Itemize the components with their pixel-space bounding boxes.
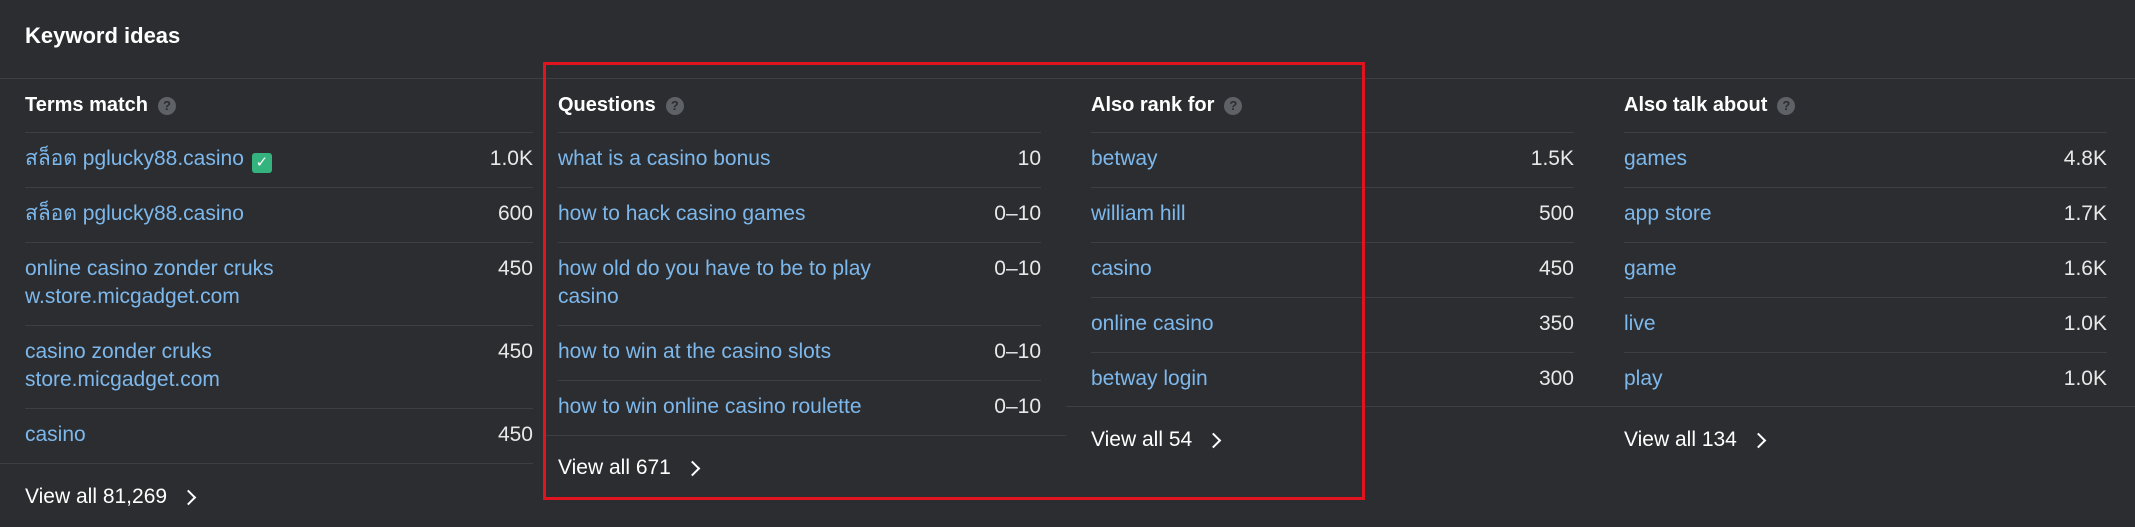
view-all-label: View all 134 xyxy=(1624,428,1737,451)
keyword-row: betway 1.5K xyxy=(1091,133,1574,188)
column-title: Also rank for xyxy=(1091,94,1215,116)
keyword-row: สล็อต pglucky88.casino 600 xyxy=(25,188,533,243)
keyword-row: สล็อต pglucky88.casino ✓ 1.0K xyxy=(25,133,533,188)
keyword-link[interactable]: สล็อต pglucky88.casino xyxy=(25,147,244,170)
help-icon[interactable]: ? xyxy=(665,96,684,115)
keyword-volume: 500 xyxy=(1538,202,1574,225)
keyword-link[interactable]: betway login xyxy=(1091,365,1208,393)
keyword-volume: 450 xyxy=(497,257,533,280)
keyword-volume: 1.5K xyxy=(1530,147,1574,170)
keyword-link[interactable]: how to win online casino roulette xyxy=(558,393,862,421)
keyword-link[interactable]: online casino zonder cruks w.store.micga… xyxy=(25,255,325,311)
keyword-row: william hill 500 xyxy=(1091,188,1574,243)
keyword-row: app store 1.7K xyxy=(1624,188,2107,243)
help-icon[interactable]: ? xyxy=(1777,96,1796,115)
keyword-row: online casino zonder cruks w.store.micga… xyxy=(25,243,533,326)
keyword-link[interactable]: play xyxy=(1624,365,1663,393)
keyword-row: how old do you have to be to play casino… xyxy=(558,243,1041,326)
view-all-label: View all 81,269 xyxy=(25,485,168,508)
keyword-row: online casino 350 xyxy=(1091,298,1574,353)
keyword-row: how to win at the casino slots 0–10 xyxy=(558,326,1041,381)
column-questions: Questions ? what is a casino bonus 10 ho… xyxy=(558,79,1041,436)
keyword-row: how to win online casino roulette 0–10 xyxy=(558,381,1041,436)
keyword-volume: 450 xyxy=(497,340,533,363)
keyword-link[interactable]: how to win at the casino slots xyxy=(558,338,831,366)
keyword-volume: 350 xyxy=(1538,312,1574,335)
column-title: Questions xyxy=(558,94,656,116)
keyword-volume: 1.0K xyxy=(2063,367,2107,390)
keyword-volume: 1.7K xyxy=(2063,202,2107,225)
view-all-terms-match-link[interactable]: View all 81,269 xyxy=(25,467,197,527)
keyword-link[interactable]: games xyxy=(1624,145,1687,173)
keyword-volume: 0–10 xyxy=(994,257,1041,280)
keyword-row: game 1.6K xyxy=(1624,243,2107,298)
column-also-rank-for: Also rank for ? betway 1.5K william hill… xyxy=(1091,79,1574,408)
keyword-volume: 600 xyxy=(497,202,533,225)
column-header: Questions ? xyxy=(558,79,1041,133)
keyword-link[interactable]: betway xyxy=(1091,145,1158,173)
keyword-volume: 10 xyxy=(1017,147,1041,170)
keyword-link[interactable]: casino xyxy=(1091,255,1152,283)
column-also-talk-about: Also talk about ? games 4.8K app store 1… xyxy=(1624,79,2107,408)
view-all-also-talk-about-link[interactable]: View all 134 xyxy=(1624,410,1767,470)
view-all-label: View all 671 xyxy=(558,456,671,479)
keyword-volume: 1.6K xyxy=(2063,257,2107,280)
keyword-volume: 4.8K xyxy=(2063,147,2107,170)
keyword-link[interactable]: online casino xyxy=(1091,310,1214,338)
view-all-label: View all 54 xyxy=(1091,428,1193,451)
keyword-link[interactable]: app store xyxy=(1624,200,1712,228)
column-header: Terms match ? xyxy=(25,79,533,133)
help-icon[interactable]: ? xyxy=(1224,96,1243,115)
keyword-row: casino 450 xyxy=(25,409,533,464)
divider xyxy=(543,435,1066,436)
column-title: Terms match xyxy=(25,94,149,116)
panel-title: Keyword ideas xyxy=(25,23,181,48)
verified-check-icon: ✓ xyxy=(251,153,272,173)
column-header: Also talk about ? xyxy=(1624,79,2107,133)
divider xyxy=(1066,406,1599,407)
keyword-link[interactable]: game xyxy=(1624,255,1677,283)
keyword-link[interactable]: live xyxy=(1624,310,1656,338)
keyword-row: casino 450 xyxy=(1091,243,1574,298)
keyword-link[interactable]: casino xyxy=(25,421,86,449)
keyword-volume: 1.0K xyxy=(489,147,533,170)
keyword-volume: 300 xyxy=(1538,367,1574,390)
divider xyxy=(0,463,533,464)
divider xyxy=(1599,406,2135,407)
keyword-row: betway login 300 xyxy=(1091,353,1574,408)
keyword-row: casino zonder cruks store.micgadget.com … xyxy=(25,326,533,409)
keyword-row: live 1.0K xyxy=(1624,298,2107,353)
column-title: Also talk about xyxy=(1624,94,1768,116)
keyword-volume: 450 xyxy=(1538,257,1574,280)
chevron-right-icon xyxy=(1750,432,1767,448)
keyword-link[interactable]: how old do you have to be to play casino xyxy=(558,255,918,311)
keyword-link[interactable]: what is a casino bonus xyxy=(558,145,770,173)
keyword-volume: 450 xyxy=(497,423,533,446)
view-all-also-rank-for-link[interactable]: View all 54 xyxy=(1091,410,1222,470)
column-header: Also rank for ? xyxy=(1091,79,1574,133)
help-icon[interactable]: ? xyxy=(158,96,177,115)
chevron-right-icon xyxy=(684,460,701,476)
chevron-right-icon xyxy=(1205,432,1222,448)
keyword-ideas-panel: Keyword ideas Terms match ? สล็อต pgluck… xyxy=(0,0,2135,520)
keyword-link[interactable]: สล็อต pglucky88.casino xyxy=(25,200,244,228)
keyword-row: play 1.0K xyxy=(1624,353,2107,408)
keyword-link[interactable]: casino zonder cruks store.micgadget.com xyxy=(25,338,325,394)
keyword-row: games 4.8K xyxy=(1624,133,2107,188)
keyword-row: how to hack casino games 0–10 xyxy=(558,188,1041,243)
view-all-questions-link[interactable]: View all 671 xyxy=(558,438,701,498)
keyword-volume: 0–10 xyxy=(994,340,1041,363)
column-terms-match: Terms match ? สล็อต pglucky88.casino ✓ 1.… xyxy=(25,79,533,464)
keyword-row: what is a casino bonus 10 xyxy=(558,133,1041,188)
keyword-volume: 0–10 xyxy=(994,395,1041,418)
keyword-volume: 1.0K xyxy=(2063,312,2107,335)
chevron-right-icon xyxy=(180,489,197,505)
keyword-link[interactable]: how to hack casino games xyxy=(558,200,805,228)
keyword-link[interactable]: william hill xyxy=(1091,200,1186,228)
keyword-volume: 0–10 xyxy=(994,202,1041,225)
